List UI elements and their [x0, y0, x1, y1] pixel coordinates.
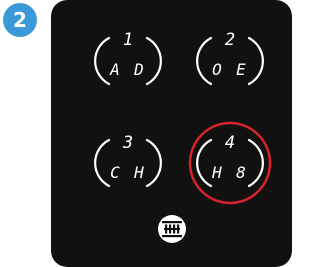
button-1-letter-left: A	[109, 60, 120, 79]
step-number-badge: 2	[3, 3, 37, 37]
step-number-label: 2	[13, 8, 27, 32]
button-2-letter-right: E	[236, 60, 246, 79]
button-1-letter-right: D	[133, 60, 144, 79]
keypad-panel: 1 A D 2 O E 3 C H 4 H 8	[51, 0, 292, 267]
button-3-letter-right: H	[133, 163, 144, 182]
button-3-letter-left: C	[110, 163, 120, 182]
fingerprint-logo-icon	[158, 215, 186, 243]
button-2-number: 2	[225, 30, 235, 50]
button-4-number: 4	[225, 133, 235, 153]
keypad-svg: 1 A D 2 O E 3 C H 4 H 8	[51, 0, 292, 267]
button-3-number: 3	[122, 133, 133, 153]
button-4-letter-left: H	[211, 163, 222, 182]
button-2-letter-left: O	[212, 60, 222, 79]
instruction-step-image: 2 1 A D 2 O E 3 C H 4 H 8	[0, 0, 333, 267]
button-1-number: 1	[123, 30, 133, 50]
button-4-letter-right: 8	[236, 163, 246, 182]
